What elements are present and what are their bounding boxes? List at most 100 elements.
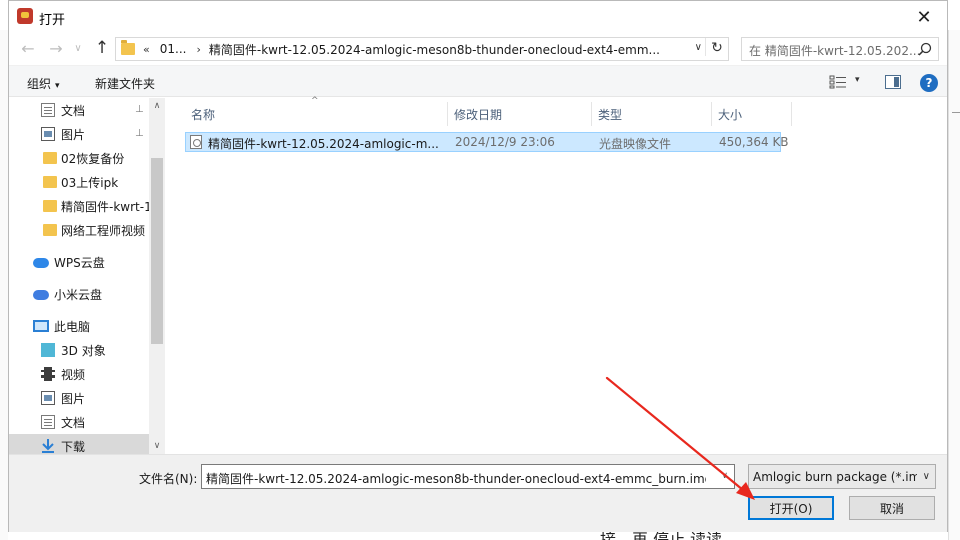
document-icon bbox=[41, 103, 55, 117]
sidebar-item-pictures-pinned[interactable]: 图片 ⊥ bbox=[9, 122, 149, 146]
refresh-button[interactable]: ↻ bbox=[707, 38, 727, 58]
organize-label: 组织 bbox=[27, 77, 52, 91]
chevron-down-icon[interactable]: ∨ bbox=[923, 471, 930, 482]
document-icon bbox=[41, 415, 55, 429]
recent-locations-button[interactable]: ∨ bbox=[71, 37, 85, 59]
sidebar-item-documents-pinned[interactable]: 文档 ⊥ bbox=[9, 98, 149, 122]
folder-icon bbox=[43, 176, 57, 188]
sidebar-item-label: 精简固件-kwrt-1 bbox=[61, 199, 149, 214]
scroll-up-icon[interactable]: ∧ bbox=[149, 98, 165, 114]
view-options-icon[interactable] bbox=[829, 75, 847, 89]
navigation-bar: ← → ∨ ↑ « 01... › 精简固件-kwrt-12.05.2024-a… bbox=[9, 34, 947, 62]
wps-cloud-icon bbox=[33, 258, 49, 268]
preview-pane-icon[interactable] bbox=[885, 75, 901, 89]
chevron-down-icon[interactable]: ∨ bbox=[721, 471, 728, 481]
sidebar-item-label: WPS云盘 bbox=[54, 255, 105, 270]
address-divider bbox=[705, 38, 706, 56]
pictures-icon bbox=[41, 391, 55, 405]
column-header-size[interactable]: 大小 bbox=[712, 102, 792, 126]
file-size: 450,364 KB bbox=[719, 135, 789, 149]
file-type: 光盘映像文件 bbox=[599, 137, 672, 151]
folder-icon bbox=[43, 224, 57, 236]
navigation-pane: 文档 ⊥ 图片 ⊥ 02恢复备份 03上传ipk 精简固件-kwrt-1 网络工… bbox=[9, 98, 165, 454]
app-icon bbox=[17, 8, 33, 24]
organize-button[interactable]: 组织 ▾ bbox=[27, 75, 60, 92]
3d-objects-icon bbox=[41, 343, 55, 357]
chevron-down-icon[interactable]: ∨ bbox=[695, 42, 702, 53]
file-modified: 2024/12/9 23:06 bbox=[455, 135, 555, 149]
title-bar: 打开 ✕ bbox=[9, 1, 947, 33]
sidebar-item-label: 03上传ipk bbox=[61, 175, 119, 190]
mi-cloud-icon bbox=[33, 290, 49, 300]
sidebar-item-videos[interactable]: 视频 bbox=[9, 362, 149, 386]
breadcrumb-current[interactable]: 精简固件-kwrt-12.05.2024-amlogic-meson8b-thu… bbox=[209, 41, 679, 58]
close-button[interactable]: ✕ bbox=[901, 1, 947, 33]
sidebar-item-firmware-folder[interactable]: 精简固件-kwrt-1 bbox=[9, 194, 149, 218]
sidebar-item-label: 文档 bbox=[61, 103, 86, 118]
breadcrumb-parent[interactable]: 01... bbox=[160, 42, 187, 56]
folder-icon bbox=[121, 40, 135, 55]
pictures-icon bbox=[41, 127, 55, 141]
up-button[interactable]: ↑ bbox=[91, 37, 113, 59]
column-header-type[interactable]: 类型 bbox=[592, 102, 712, 126]
column-header-name[interactable]: 名称 bbox=[185, 102, 448, 126]
command-bar: 组织 ▾ 新建文件夹 ▾ ? bbox=[9, 65, 947, 97]
cancel-button[interactable]: 取消 bbox=[849, 496, 935, 520]
window-title: 打开 bbox=[39, 13, 66, 28]
file-type-filter-value: Amlogic burn package (*.img) bbox=[753, 470, 917, 484]
sidebar-item-label: 图片 bbox=[61, 391, 86, 406]
sidebar-item-wps-cloud[interactable]: WPS云盘 bbox=[9, 250, 149, 274]
sidebar-item-label: 小米云盘 bbox=[54, 287, 103, 302]
background-app-left-edge bbox=[0, 30, 8, 540]
breadcrumb-separator-icon[interactable]: › bbox=[196, 43, 200, 56]
scroll-down-icon[interactable]: ∨ bbox=[149, 438, 165, 454]
new-folder-button[interactable]: 新建文件夹 bbox=[95, 75, 155, 92]
forward-button[interactable]: → bbox=[45, 37, 67, 59]
sidebar-item-network-videos[interactable]: 网络工程师视频 bbox=[9, 218, 149, 242]
sidebar-item-documents[interactable]: 文档 bbox=[9, 410, 149, 434]
scrollbar-thumb[interactable] bbox=[151, 158, 163, 344]
sidebar-item-label: 图片 bbox=[61, 127, 86, 142]
sidebar-item-label: 此电脑 bbox=[54, 319, 91, 334]
disc-image-file-icon bbox=[190, 135, 202, 149]
search-input[interactable]: 在 精简固件-kwrt-12.05.202... bbox=[741, 37, 939, 61]
background-app-divider bbox=[952, 112, 960, 113]
filename-input[interactable]: 精简固件-kwrt-12.05.2024-amlogic-meson8b-thu… bbox=[201, 464, 735, 489]
sidebar-item-pictures[interactable]: 图片 bbox=[9, 386, 149, 410]
sidebar-item-label: 文档 bbox=[61, 415, 86, 430]
filename-value: 精简固件-kwrt-12.05.2024-amlogic-meson8b-thu… bbox=[206, 472, 706, 486]
file-row[interactable]: 精简固件-kwrt-12.05.2024-amlogic-m... 2024/1… bbox=[185, 132, 789, 152]
sidebar-item-this-pc[interactable]: 此电脑 bbox=[9, 314, 149, 338]
file-name: 精简固件-kwrt-12.05.2024-amlogic-m... bbox=[208, 137, 439, 151]
view-options-caret-icon[interactable]: ▾ bbox=[855, 75, 860, 85]
file-list: ^ 名称 修改日期 类型 大小 精简固件-kwrt-12.05.2024-aml… bbox=[173, 96, 947, 454]
sidebar-scrollbar[interactable]: ∧ ∨ bbox=[149, 98, 165, 454]
sidebar-item-label: 02恢复备份 bbox=[61, 151, 125, 166]
address-bar[interactable]: « 01... › 精简固件-kwrt-12.05.2024-amlogic-m… bbox=[115, 37, 729, 61]
sidebar-item-mi-cloud[interactable]: 小米云盘 bbox=[9, 282, 149, 306]
sidebar-item-label: 视频 bbox=[61, 367, 86, 382]
folder-icon bbox=[43, 200, 57, 212]
dialog-footer: 文件名(N): 精简固件-kwrt-12.05.2024-amlogic-mes… bbox=[9, 454, 947, 532]
background-app-right-edge bbox=[948, 30, 960, 540]
search-icon bbox=[918, 42, 932, 56]
back-button[interactable]: ← bbox=[17, 37, 39, 59]
sidebar-item-downloads[interactable]: 下载 bbox=[9, 434, 149, 454]
downloads-icon bbox=[42, 439, 54, 453]
sidebar-item-3d-objects[interactable]: 3D 对象 bbox=[9, 338, 149, 362]
this-pc-icon bbox=[33, 320, 49, 332]
sidebar-item-label: 3D 对象 bbox=[61, 343, 106, 358]
open-button[interactable]: 打开(O) bbox=[748, 496, 834, 520]
help-icon[interactable]: ? bbox=[920, 74, 938, 92]
pin-icon: ⊥ bbox=[135, 128, 144, 139]
search-placeholder: 在 精简固件-kwrt-12.05.202... bbox=[749, 44, 919, 58]
folder-icon bbox=[43, 152, 57, 164]
column-header-modified[interactable]: 修改日期 bbox=[448, 102, 592, 126]
address-overflow-button[interactable]: « bbox=[143, 43, 150, 56]
file-type-filter-select[interactable]: Amlogic burn package (*.img) ∨ bbox=[748, 464, 936, 489]
open-file-dialog: 打开 ✕ ← → ∨ ↑ « 01... › 精简固件-kwrt-12.05.2… bbox=[8, 0, 948, 532]
videos-icon bbox=[41, 367, 55, 381]
sidebar-item-upload-ipk[interactable]: 03上传ipk bbox=[9, 170, 149, 194]
pin-icon: ⊥ bbox=[135, 104, 144, 115]
sidebar-item-restore-backup[interactable]: 02恢复备份 bbox=[9, 146, 149, 170]
